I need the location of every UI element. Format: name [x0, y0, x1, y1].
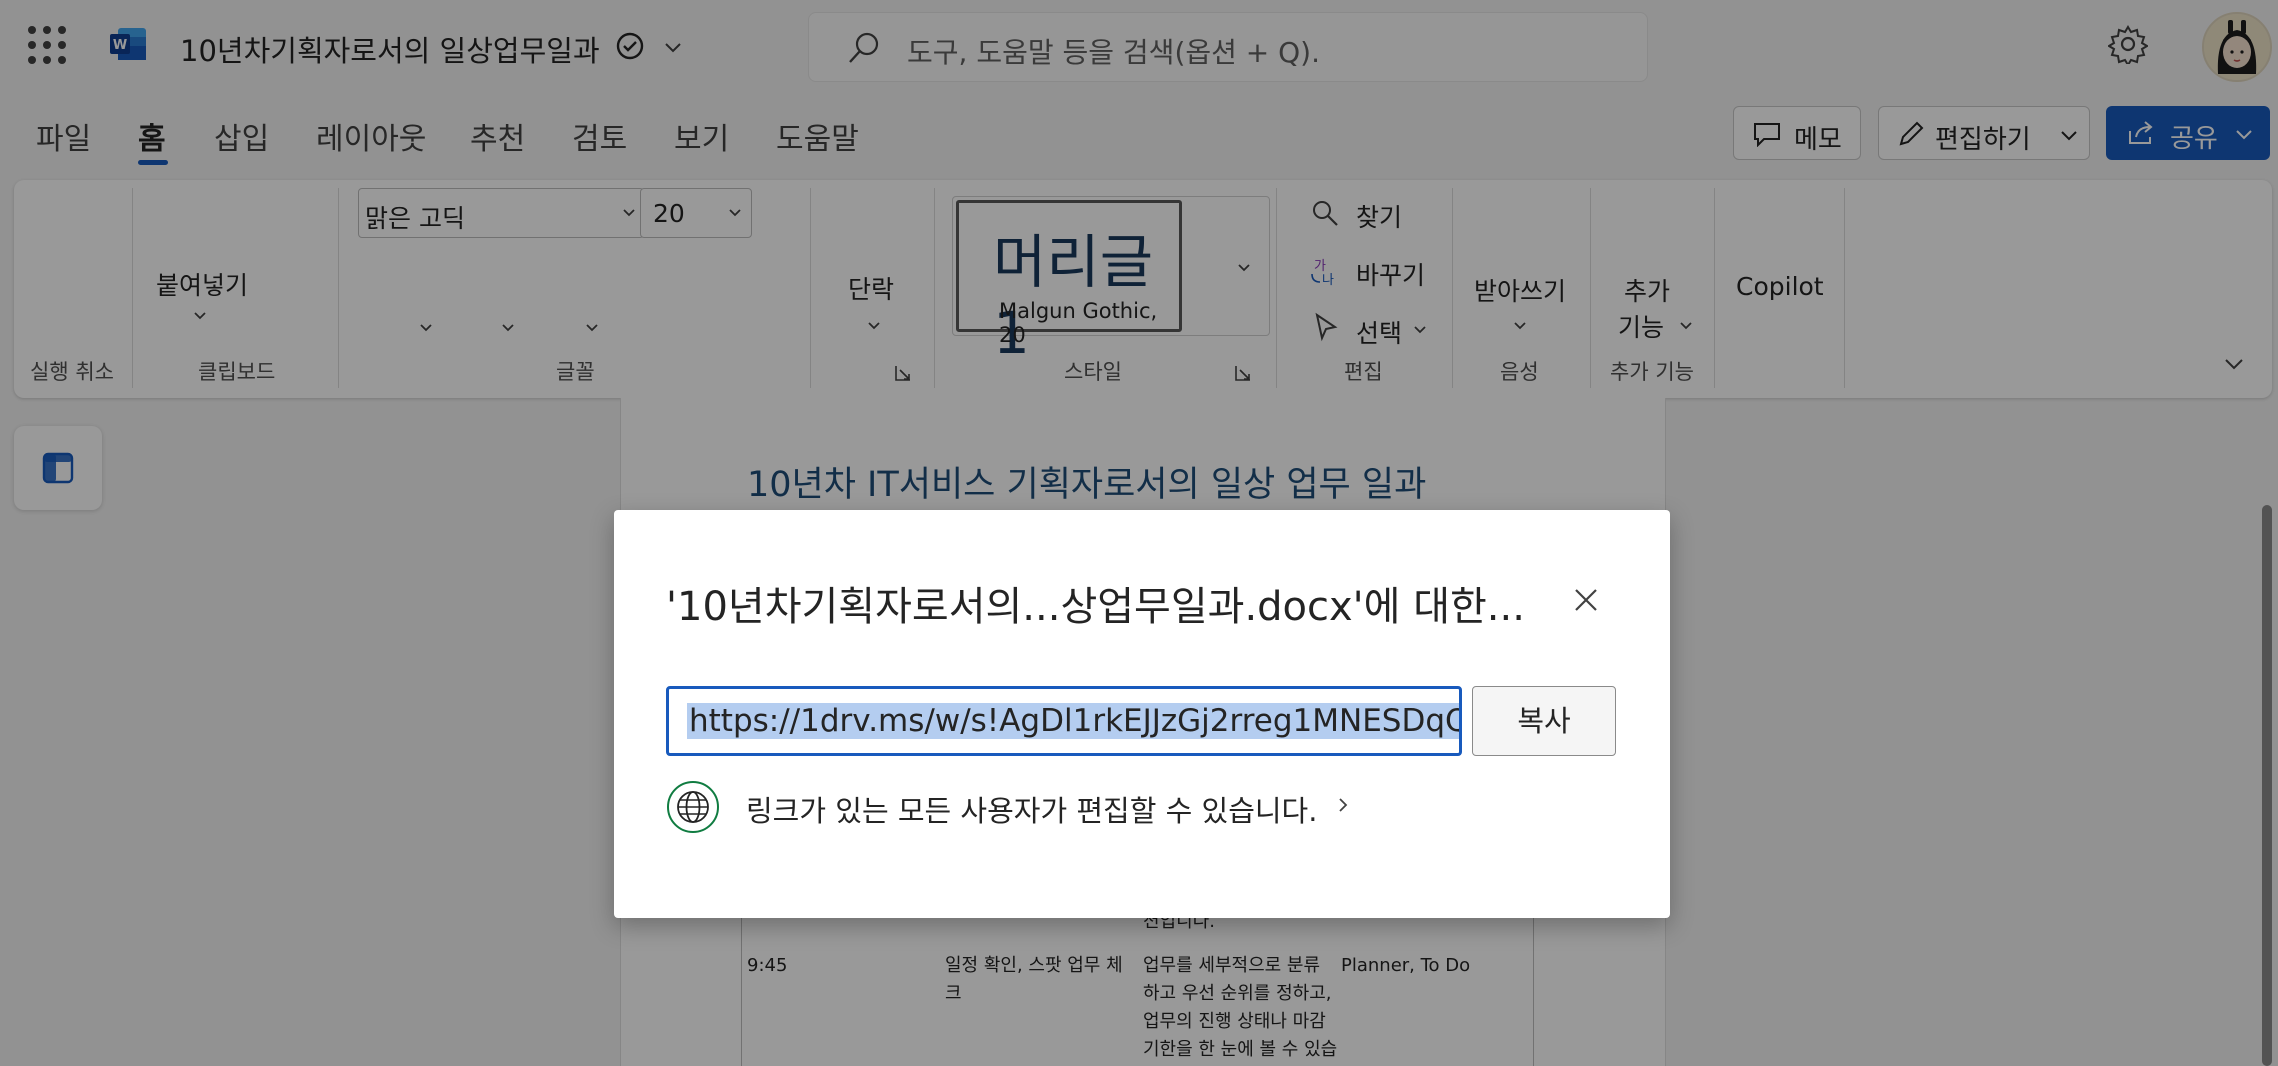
- close-icon[interactable]: [1566, 580, 1606, 620]
- share-link-dialog: '10년차기획자로서의...상업무일과.docx'에 대한... https:/…: [614, 510, 1670, 918]
- link-permission-text[interactable]: 링크가 있는 모든 사용자가 편집할 수 있습니다.: [746, 788, 1317, 830]
- share-link-input[interactable]: https://1drv.ms/w/s!AgDl1rkEJJzGj2rreg1M…: [666, 686, 1462, 756]
- share-link-value: https://1drv.ms/w/s!AgDl1rkEJJzGj2rreg1M…: [687, 703, 1459, 739]
- dialog-title: '10년차기획자로서의...상업무일과.docx'에 대한...: [666, 584, 1525, 630]
- copy-button[interactable]: 복사: [1472, 686, 1616, 756]
- globe-icon[interactable]: [666, 780, 720, 834]
- chevron-right-icon[interactable]: [1332, 794, 1354, 816]
